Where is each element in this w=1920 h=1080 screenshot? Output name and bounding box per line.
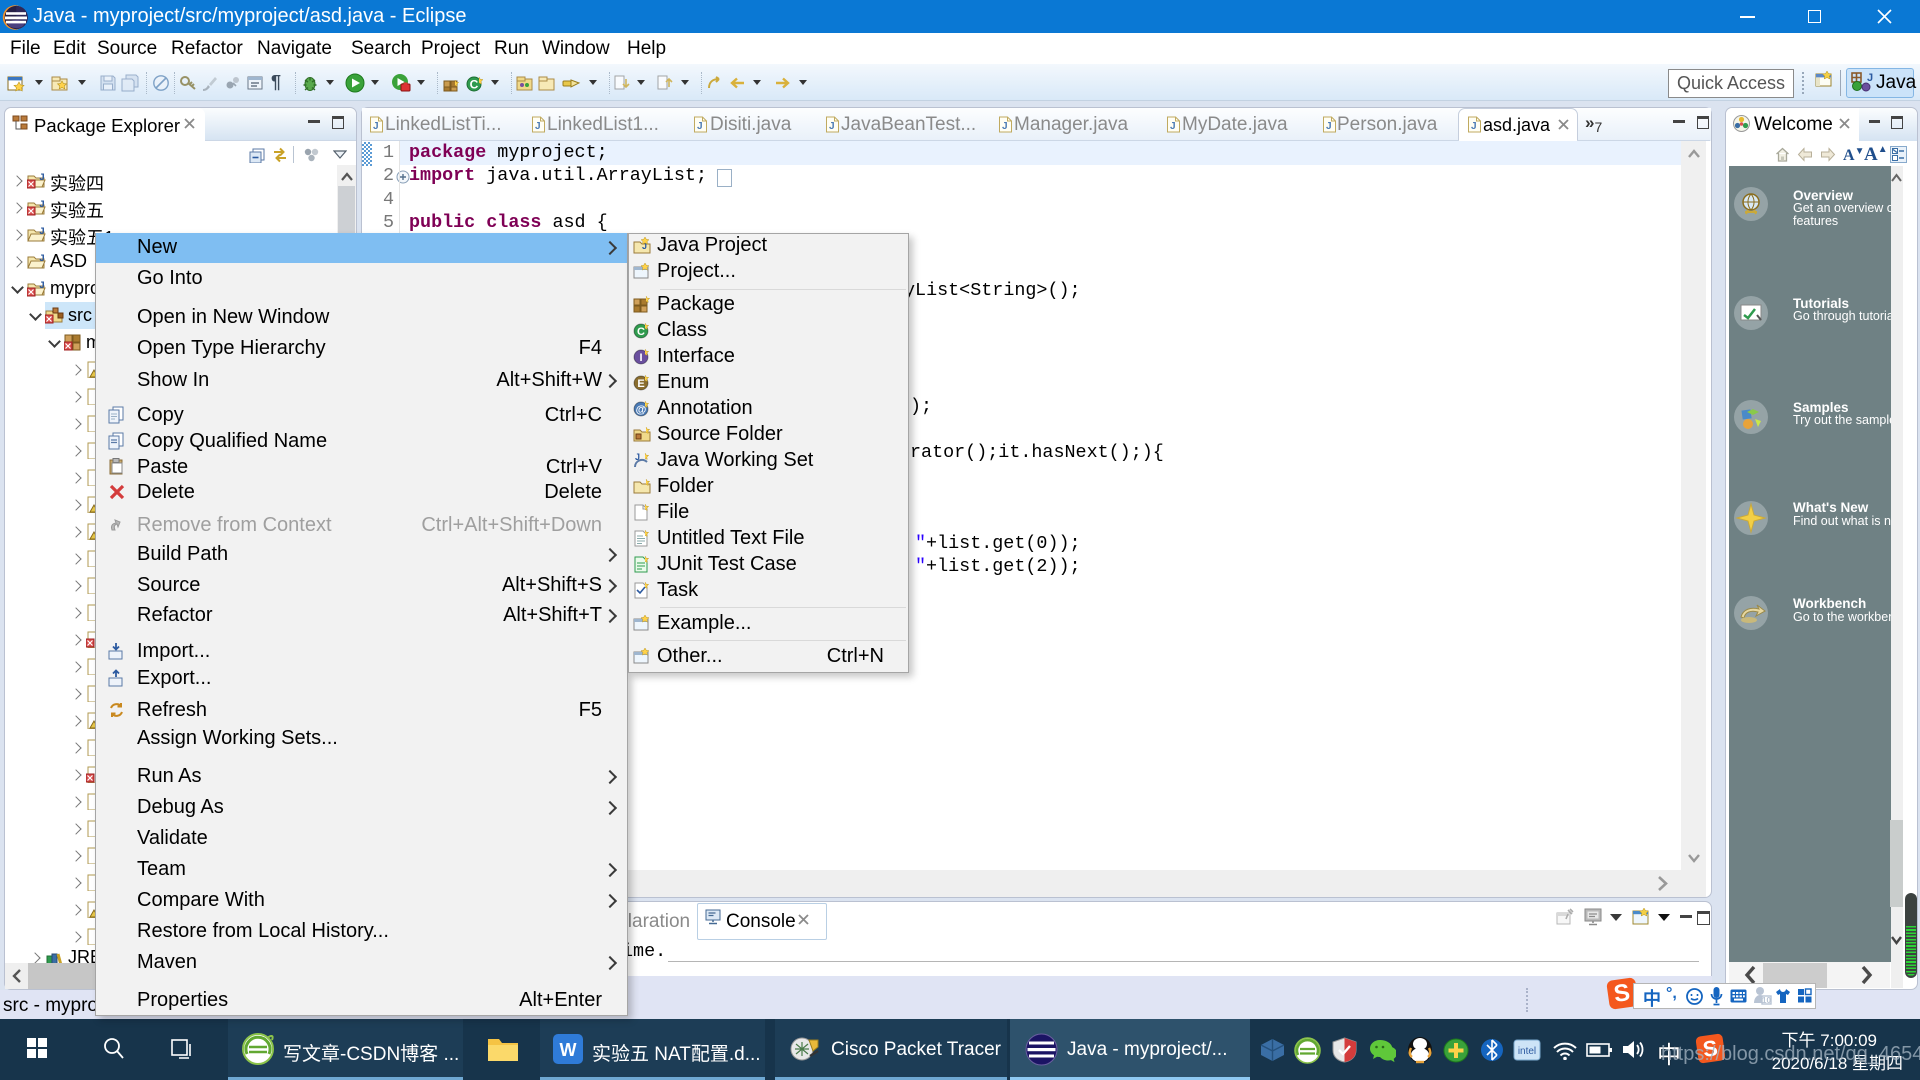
svg-text:J: J <box>1002 121 1008 132</box>
svg-text:J: J <box>1326 121 1332 132</box>
svg-text:J: J <box>697 121 703 132</box>
svg-text:J: J <box>829 121 835 132</box>
svg-text:I: I <box>639 352 642 364</box>
svg-text:J: J <box>39 227 45 238</box>
svg-text:W: W <box>560 1040 577 1060</box>
svg-text:J: J <box>1867 72 1873 84</box>
svg-text:10: 10 <box>1762 996 1771 1005</box>
svg-text:J: J <box>635 452 640 462</box>
svg-text:J: J <box>373 121 379 132</box>
svg-text:J: J <box>39 200 45 211</box>
svg-text:intel: intel <box>1518 1046 1536 1057</box>
svg-text:J: J <box>39 173 45 184</box>
svg-text:J: J <box>1471 121 1477 132</box>
svg-text:J: J <box>39 254 45 265</box>
svg-text:J: J <box>1170 121 1176 132</box>
svg-text:C: C <box>470 78 479 92</box>
svg-text:@: @ <box>636 404 647 416</box>
svg-text:E: E <box>637 378 644 390</box>
svg-text:C: C <box>637 326 645 338</box>
svg-text:J: J <box>535 121 541 132</box>
svg-text:J: J <box>39 281 45 292</box>
